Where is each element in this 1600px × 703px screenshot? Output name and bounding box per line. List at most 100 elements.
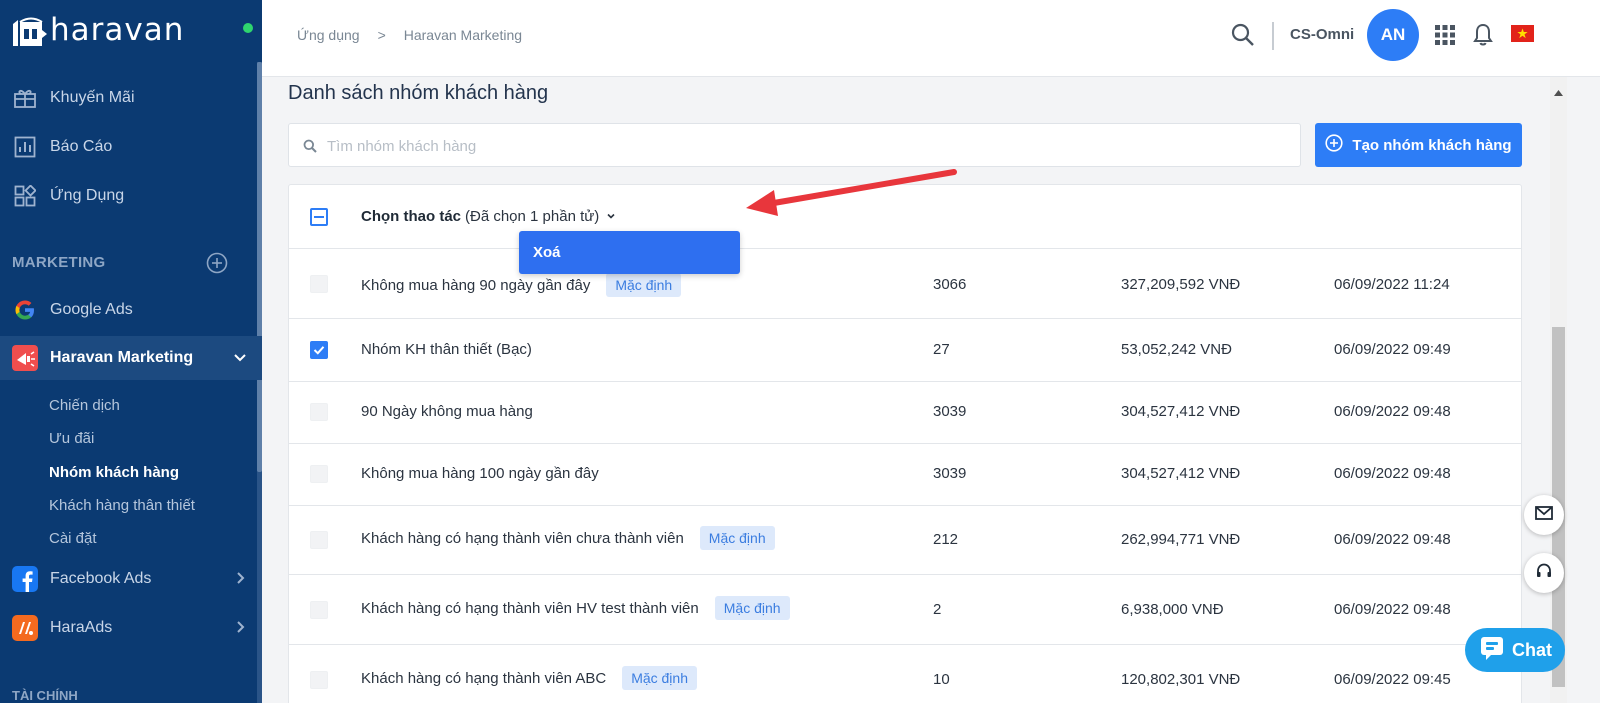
create-button-label: Tạo nhóm khách hàng (1352, 136, 1512, 154)
bulk-action-dropdown[interactable]: Chọn thao tác (Đã chọn 1 phần tử) (361, 208, 616, 225)
group-name[interactable]: Khách hàng có hạng thành viên ABC Mặc đị… (361, 666, 697, 690)
sidebar-item-google-ads[interactable]: Google Ads (0, 288, 262, 332)
customer-count: 2 (933, 601, 942, 618)
group-name-text: Khách hàng có hạng thành viên HV test th… (361, 599, 699, 617)
created-date: 06/09/2022 09:48 (1334, 531, 1451, 548)
facebook-icon (12, 566, 38, 592)
sidebar-item-label: Khuyến Mãi (50, 89, 135, 106)
row-checkbox[interactable] (310, 403, 328, 421)
page-scrollbar[interactable] (1550, 77, 1567, 703)
sidebar-subitem-khach-hang-than-thiet[interactable]: Khách hàng thân thiết (49, 497, 195, 514)
search-input[interactable] (327, 134, 1277, 158)
sidebar-subitem-chien-dich[interactable]: Chiến dịch (49, 397, 120, 414)
user-avatar[interactable]: AN (1367, 9, 1419, 61)
customer-count: 3039 (933, 403, 967, 420)
checkmark-icon (313, 346, 325, 355)
table-row[interactable]: Không mua hàng 90 ngày gần đây Mặc định … (289, 249, 1521, 319)
scroll-up-arrow-icon[interactable] (1554, 83, 1563, 101)
default-badge: Mặc định (714, 596, 790, 620)
create-customer-group-button[interactable]: Tạo nhóm khách hàng (1315, 123, 1522, 167)
sidebar-item-facebook-ads[interactable]: Facebook Ads (0, 557, 262, 601)
group-name[interactable]: Không mua hàng 90 ngày gần đây Mặc định (361, 273, 682, 297)
revenue: 6,938,000 VNĐ (1121, 601, 1224, 618)
group-name[interactable]: Khách hàng có hạng thành viên chưa thành… (361, 526, 775, 550)
chevron-right-icon (232, 570, 248, 591)
sidebar-item-haravan-marketing[interactable]: Haravan Marketing (0, 336, 262, 380)
row-checkbox[interactable] (310, 671, 328, 689)
chevron-right-icon (232, 619, 248, 640)
row-checkbox[interactable] (310, 531, 328, 549)
customer-count: 212 (933, 531, 959, 548)
sidebar-section-marketing: MARKETING (12, 254, 106, 271)
default-badge: Mặc định (699, 526, 775, 550)
top-header: Ứng dụng > Haravan Marketing CS-Omni AN (262, 0, 1600, 77)
bulk-action-menu-delete[interactable]: Xoá (519, 231, 740, 274)
sidebar-scrollbar-thumb[interactable] (257, 62, 262, 472)
row-checkbox[interactable] (310, 465, 328, 483)
group-name[interactable]: Không mua hàng 100 ngày gần đây (361, 465, 599, 482)
table-row[interactable]: 90 Ngày không mua hàng 3039 304,527,412 … (289, 382, 1521, 444)
revenue: 262,994,771 VNĐ (1121, 531, 1241, 548)
revenue: 327,209,592 VNĐ (1121, 276, 1241, 293)
customer-count: 27 (933, 341, 950, 358)
default-badge: Mặc định (622, 666, 697, 690)
group-name[interactable]: Nhóm KH thân thiết (Bạc) (361, 341, 532, 358)
sidebar-item-label: Facebook Ads (50, 570, 152, 587)
breadcrumb-separator: > (377, 27, 386, 43)
chevron-down-icon (232, 349, 248, 370)
support-widget-button[interactable] (1524, 553, 1564, 593)
sidebar-item-label: HaraAds (50, 619, 113, 636)
row-checkbox[interactable] (310, 601, 328, 619)
customer-count: 3066 (933, 276, 967, 293)
group-name[interactable]: 90 Ngày không mua hàng (361, 403, 533, 420)
row-checkbox[interactable] (310, 275, 328, 293)
breadcrumb-item-haravan-marketing[interactable]: Haravan Marketing (404, 27, 522, 43)
brand-logo[interactable]: haravan (10, 10, 184, 50)
sidebar-item-ung-dung[interactable]: Ứng Dụng (0, 174, 262, 218)
bell-icon[interactable] (1473, 23, 1493, 52)
select-all-checkbox[interactable] (310, 208, 328, 226)
sidebar-subitem-cai-dat[interactable]: Cài đặt (49, 530, 97, 547)
online-status-dot (243, 23, 253, 33)
haraads-icon (12, 615, 38, 641)
haravan-marketing-icon (12, 345, 38, 371)
table-row[interactable]: Khách hàng có hạng thành viên ABC Mặc đị… (289, 645, 1521, 703)
search-icon[interactable] (1230, 22, 1256, 53)
indeterminate-mark (314, 216, 324, 218)
customer-count: 10 (933, 671, 950, 688)
add-marketing-app-icon[interactable] (206, 252, 228, 279)
group-name-text: Không mua hàng 90 ngày gần đây (361, 276, 591, 294)
group-name-text: Không mua hàng 100 ngày gần đây (361, 465, 599, 482)
customer-group-table: Chọn thao tác (Đã chọn 1 phần tử) Không … (288, 184, 1522, 703)
table-row[interactable]: Khách hàng có hạng thành viên HV test th… (289, 575, 1521, 645)
sidebar-item-haraads[interactable]: HaraAds (0, 606, 262, 650)
default-badge: Mặc định (606, 273, 682, 297)
breadcrumb-item-ung-dung[interactable]: Ứng dụng (297, 27, 360, 43)
row-checkbox[interactable] (310, 341, 328, 359)
created-date: 06/09/2022 09:45 (1334, 671, 1451, 688)
sidebar-item-khuyen-mai[interactable]: Khuyến Mãi (0, 76, 262, 120)
chat-button[interactable]: Chat (1465, 628, 1565, 672)
store-name[interactable]: CS-Omni (1290, 26, 1354, 43)
vietnam-flag-icon[interactable] (1511, 25, 1534, 42)
sidebar-subitem-uu-dai[interactable]: Ưu đãi (49, 430, 94, 447)
headset-icon (1535, 562, 1553, 585)
sidebar-item-bao-cao[interactable]: Báo Cáo (0, 125, 262, 169)
sidebar-subitem-nhom-khach-hang[interactable]: Nhóm khách hàng (49, 464, 179, 481)
group-name-text: 90 Ngày không mua hàng (361, 403, 533, 420)
mail-widget-button[interactable] (1524, 495, 1564, 535)
page-title: Danh sách nhóm khách hàng (288, 82, 549, 104)
created-date: 06/09/2022 11:24 (1334, 276, 1450, 293)
group-name-text: Khách hàng có hạng thành viên ABC (361, 669, 607, 687)
created-date: 06/09/2022 09:48 (1334, 403, 1451, 420)
app-grid-icon[interactable] (1435, 25, 1455, 50)
group-name-text: Khách hàng có hạng thành viên chưa thành… (361, 529, 684, 547)
sidebar-item-label: Haravan Marketing (50, 349, 194, 366)
table-row[interactable]: Không mua hàng 100 ngày gần đây 3039 304… (289, 444, 1521, 506)
sidebar-section-tai-chinh: TÀI CHÍNH (12, 688, 78, 703)
table-row[interactable]: Nhóm KH thân thiết (Bạc) 27 53,052,242 V… (289, 319, 1521, 382)
plus-circle-icon (1325, 134, 1344, 156)
table-row[interactable]: Khách hàng có hạng thành viên chưa thành… (289, 506, 1521, 575)
revenue: 304,527,412 VNĐ (1121, 403, 1241, 420)
group-name[interactable]: Khách hàng có hạng thành viên HV test th… (361, 596, 790, 620)
